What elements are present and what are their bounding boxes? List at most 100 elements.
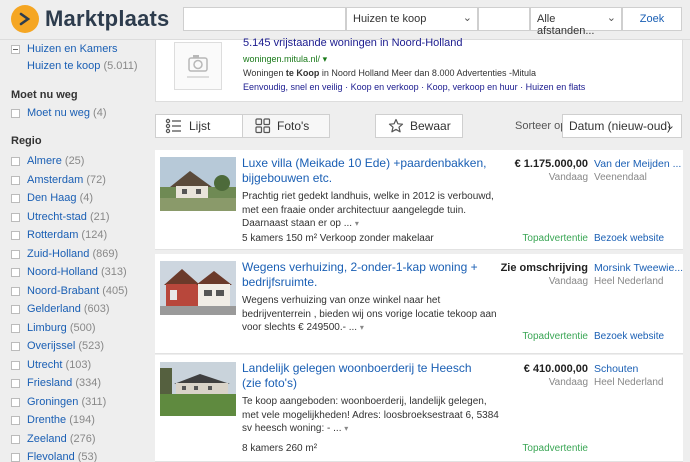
- listing-seller[interactable]: Morsink Tweewie...: [594, 262, 683, 274]
- region-checkbox[interactable]: [11, 323, 20, 333]
- listing-price: € 410.000,00: [523, 363, 588, 375]
- region-checkbox[interactable]: [11, 305, 20, 314]
- marktplaats-logo-icon[interactable]: [11, 5, 39, 33]
- region-checkbox[interactable]: [11, 434, 20, 444]
- region-filter-link[interactable]: Friesland (334): [27, 377, 101, 389]
- region-filter-link[interactable]: Rotterdam (124): [27, 229, 107, 241]
- ad-desc-bold: te Koop: [285, 68, 320, 78]
- category-select[interactable]: Huizen te koop ⌄: [346, 7, 478, 31]
- region-checkbox[interactable]: [11, 268, 20, 277]
- chevron-down-icon[interactable]: ▾: [355, 219, 359, 228]
- listing-photo[interactable]: [160, 157, 236, 211]
- ad-title[interactable]: 5.145 vrijstaande woningen in Noord-Holl…: [243, 37, 463, 49]
- search-input[interactable]: [183, 7, 346, 31]
- listing-location: Veenendaal: [594, 172, 647, 183]
- region-filter-link[interactable]: Utrecht-stad (21): [27, 211, 110, 223]
- region-count: (276): [69, 432, 96, 445]
- listing-results: Luxe villa (Meikade 10 Ede) +paardenbakk…: [155, 150, 683, 462]
- region-filter-link[interactable]: Groningen (311): [27, 396, 106, 408]
- list-view-button[interactable]: Lijst: [155, 114, 243, 138]
- list-view-label: Lijst: [189, 119, 211, 133]
- chevron-down-icon[interactable]: ▾: [344, 424, 348, 433]
- listing-description: Wegens verhuizing van onze winkel naar h…: [242, 294, 502, 335]
- region-checkbox[interactable]: [11, 157, 20, 166]
- distance-select[interactable]: Alle afstanden... ⌄: [530, 7, 622, 37]
- search-button[interactable]: Zoek: [622, 7, 682, 31]
- moet-nu-weg-link[interactable]: Moet nu weg (4): [27, 107, 107, 119]
- region-checkbox[interactable]: [11, 416, 20, 425]
- listing-photo[interactable]: [160, 261, 236, 315]
- region-filter-link[interactable]: Overijssel (523): [27, 340, 104, 352]
- top-ad-badge: Topadvertentie: [522, 331, 588, 342]
- region-filter-link[interactable]: Zeeland (276): [27, 433, 96, 445]
- region-checkbox[interactable]: [11, 231, 20, 240]
- ad-desc-pre: Woningen: [243, 68, 286, 78]
- moet-nu-weg-checkbox[interactable]: [11, 109, 20, 118]
- category-collapse-checkbox[interactable]: [11, 45, 20, 54]
- category-child-link[interactable]: Huizen te koop (5.011): [27, 60, 138, 72]
- region-filter-link[interactable]: Amsterdam (72): [27, 174, 106, 186]
- listing-seller[interactable]: Schouten: [594, 363, 638, 375]
- listing-seller[interactable]: Van der Meijden ...: [594, 158, 681, 170]
- photo-view-button[interactable]: Foto's: [242, 114, 330, 138]
- region-count: (194): [69, 414, 95, 426]
- category-select-value: Huizen te koop: [353, 13, 427, 25]
- region-filter-link[interactable]: Drenthe (194): [27, 414, 95, 426]
- listing-attributes: 8 kamers 260 m²: [242, 443, 318, 454]
- region-checkbox[interactable]: [11, 379, 20, 388]
- visit-website-link[interactable]: Bezoek website: [594, 331, 664, 342]
- region-count: (311): [81, 395, 107, 408]
- chevron-down-icon: ⌄: [606, 12, 616, 24]
- sort-label: Sorteer op: [515, 120, 567, 132]
- region-filter-link[interactable]: Flevoland (53): [27, 451, 97, 462]
- sponsored-ad[interactable]: 5.145 vrijstaande woningen in Noord-Holl…: [155, 37, 683, 102]
- region-checkbox[interactable]: [11, 175, 20, 185]
- region-checkbox[interactable]: [11, 342, 20, 351]
- photo-view-label: Foto's: [277, 119, 310, 133]
- ad-sitelinks[interactable]: Eenvoudig, snel en veilig · Koop en verk…: [243, 82, 585, 92]
- category-parent-link[interactable]: Huizen en Kamers: [27, 43, 118, 55]
- region-count: (103): [65, 358, 92, 371]
- region-checkbox[interactable]: [11, 453, 20, 462]
- region-checkbox[interactable]: [11, 194, 20, 203]
- region-filter-link[interactable]: Noord-Holland (313): [27, 266, 127, 278]
- region-filter-link[interactable]: Utrecht (103): [27, 359, 91, 371]
- save-search-button[interactable]: Bewaar: [375, 114, 463, 138]
- listing-photo[interactable]: [160, 362, 236, 416]
- region-filter-link[interactable]: Zuid-Holland (869): [27, 248, 118, 260]
- grid-icon: [255, 118, 271, 134]
- region-checkbox[interactable]: [11, 212, 20, 222]
- listing-title[interactable]: Wegens verhuizing, 2-onder-1-kap woning …: [242, 260, 492, 290]
- listing-desc-text: Prachtig riet gedekt landhuis, welke in …: [242, 191, 494, 229]
- region-checkbox[interactable]: [11, 397, 20, 407]
- region-filter-link[interactable]: Noord-Brabant (405): [27, 285, 128, 297]
- region-filter-link[interactable]: Almere (25): [27, 155, 84, 167]
- region-count: (53): [77, 451, 98, 462]
- region-name: Utrecht: [27, 358, 63, 371]
- listing-description: Te koop aangeboden: woonboerderij, lande…: [242, 395, 502, 436]
- region-checkbox[interactable]: [11, 360, 20, 370]
- ad-url[interactable]: woningen.mitula.nl/ ▾: [243, 54, 327, 65]
- region-count: (869): [92, 247, 119, 260]
- region-count: (603): [83, 303, 110, 315]
- region-checkbox[interactable]: [11, 286, 20, 296]
- region-filter-link[interactable]: Den Haag (4): [27, 192, 93, 204]
- region-checkbox[interactable]: [11, 249, 20, 259]
- logo-text[interactable]: Marktplaats: [45, 6, 169, 32]
- region-filter-link[interactable]: Gelderland (603): [27, 303, 110, 315]
- chevron-down-icon: ⌄: [665, 120, 675, 132]
- region-name: Drenthe: [27, 414, 67, 426]
- listing-title[interactable]: Landelijk gelegen woonboerderij te Heesc…: [242, 361, 492, 391]
- visit-website-link[interactable]: Bezoek website: [594, 233, 664, 244]
- listing-desc-text: Wegens verhuizing van onze winkel naar h…: [242, 295, 497, 333]
- listing-card[interactable]: Landelijk gelegen woonboerderij te Heesc…: [155, 355, 683, 462]
- chevron-down-icon[interactable]: ▾: [360, 323, 364, 332]
- sort-select[interactable]: Datum (nieuw-oud) ⌄: [562, 114, 682, 138]
- region-name: Almere: [27, 155, 62, 167]
- region-name: Zuid-Holland: [27, 247, 90, 260]
- listing-card[interactable]: Luxe villa (Meikade 10 Ede) +paardenbakk…: [155, 150, 683, 250]
- postcode-input[interactable]: [478, 7, 530, 31]
- listing-title[interactable]: Luxe villa (Meikade 10 Ede) +paardenbakk…: [242, 156, 492, 186]
- region-filter-link[interactable]: Limburg (500): [27, 322, 96, 334]
- listing-card[interactable]: Wegens verhuizing, 2-onder-1-kap woning …: [155, 254, 683, 354]
